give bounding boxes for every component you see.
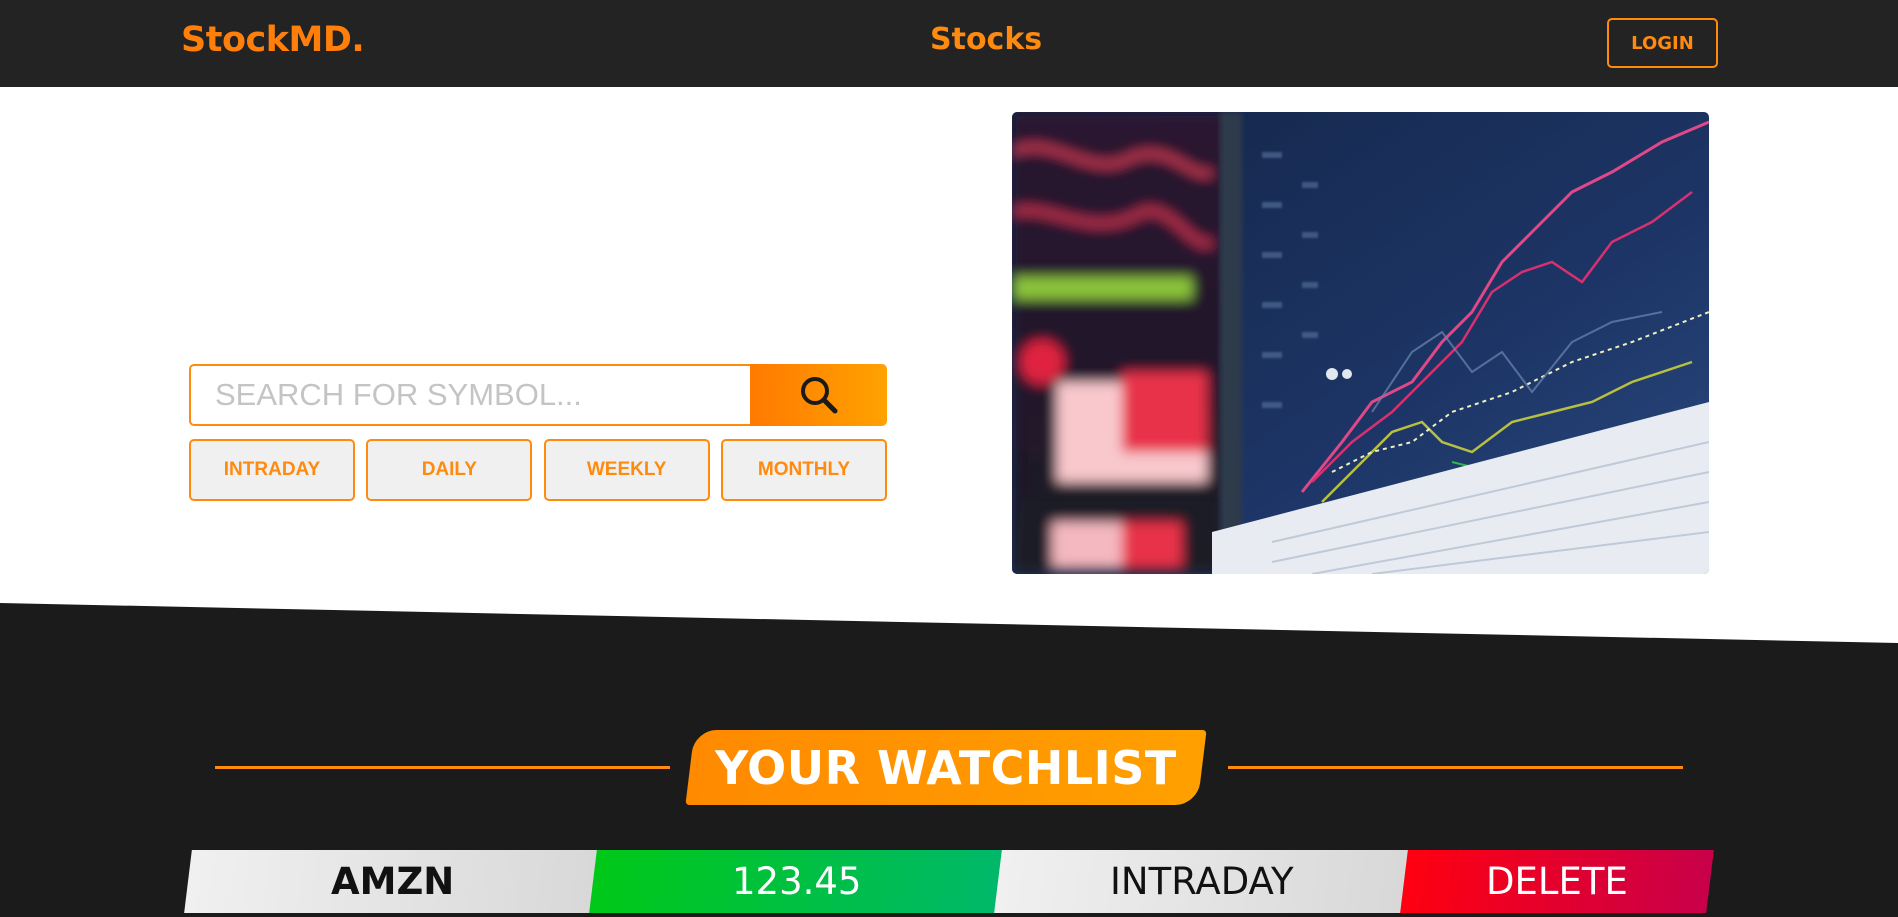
watchlist-symbol[interactable]: AMZN — [184, 850, 601, 913]
hero-chart-image — [1012, 112, 1709, 574]
divider-right — [1228, 766, 1683, 769]
divider-left — [215, 766, 670, 769]
watchlist-title: YOUR WATCHLIST — [685, 730, 1207, 805]
search-bar — [189, 364, 887, 426]
watchlist-title-text: YOUR WATCHLIST — [715, 740, 1177, 795]
login-button[interactable]: LOGIN — [1607, 18, 1718, 68]
delete-label: DELETE — [1486, 860, 1628, 903]
search-input[interactable] — [189, 364, 750, 426]
range-button-monthly[interactable]: MONTHLY — [720, 439, 887, 501]
range-button-intraday[interactable]: INTRADAY — [189, 439, 355, 501]
delete-button[interactable]: DELETE — [1400, 850, 1714, 913]
search-button[interactable] — [750, 364, 887, 426]
watchlist-range[interactable]: INTRADAY — [994, 850, 1410, 913]
symbol-text: AMZN — [330, 860, 455, 903]
range-button-daily[interactable]: DAILY — [366, 439, 533, 501]
range-buttons: INTRADAY DAILY WEEKLY MONTHLY — [189, 439, 887, 501]
price-text: 123.45 — [732, 860, 862, 903]
nav-title[interactable]: Stocks — [930, 22, 1042, 57]
watchlist-price: 123.45 — [589, 850, 1005, 913]
range-button-weekly[interactable]: WEEKLY — [543, 439, 710, 501]
navbar: StockMD. Stocks LOGIN — [0, 0, 1898, 87]
search-icon — [800, 377, 837, 414]
brand-logo[interactable]: StockMD. — [181, 20, 365, 60]
range-text: INTRADAY — [1110, 860, 1294, 903]
